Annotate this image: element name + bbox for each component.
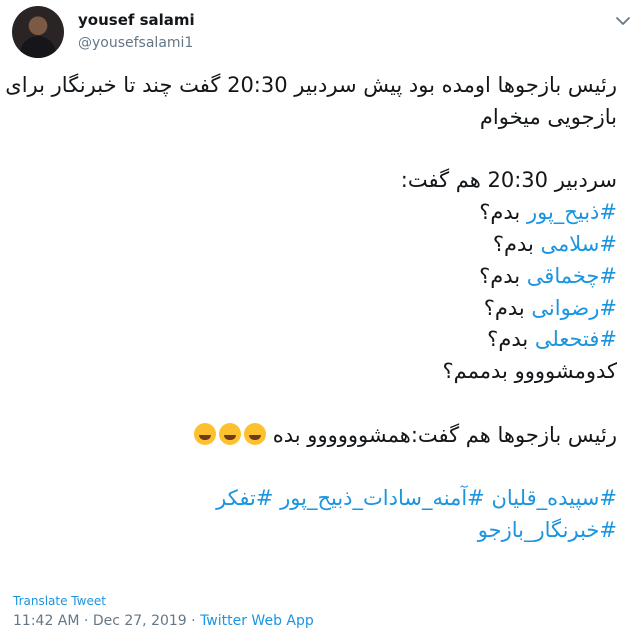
hashtag-link[interactable]: #چخماقی xyxy=(527,264,617,288)
list-item-suffix: بدم؟ xyxy=(483,295,532,320)
list-item: #فتحعلی بدم؟ xyxy=(17,324,617,356)
reply-text: رئیس بازجوها هم گفت:همشوووووو بده xyxy=(272,422,617,447)
separator: · xyxy=(83,613,89,629)
hashtags-line: #سپیده_قلیان #آمنه_سادات_ذبیح_پور #تفکر xyxy=(17,483,617,515)
hashtag-link[interactable]: #ذبیح_پور xyxy=(527,200,617,224)
tweet-line: رئیس بازجوها اومده بود پیش سردبیر 20:30 … xyxy=(5,73,617,97)
author-name[interactable]: yousef salami xyxy=(78,11,195,29)
tweet-line: کدومشوووو بدممم؟ xyxy=(442,359,617,384)
source-app-link[interactable]: Twitter Web App xyxy=(200,613,314,629)
list-item: #سلامی بدم؟ xyxy=(17,229,617,261)
hashtag-link[interactable]: #سلامی xyxy=(541,232,617,256)
hashtag-link[interactable]: #سپیده_قلیان xyxy=(491,486,617,510)
tweet-header: yousef salami @yousefsalami1 xyxy=(12,6,632,58)
tweet-text: رئیس بازجوها اومده بود پیش سردبیر 20:30 … xyxy=(5,70,617,547)
list-item-suffix: بدم؟ xyxy=(479,200,527,225)
separator: · xyxy=(191,613,196,629)
list-item-suffix: بدم؟ xyxy=(487,327,535,352)
tweet-metadata: 11:42 AM · Dec 27, 2019 · Twitter Web Ap… xyxy=(13,613,314,629)
rolling-laughing-emoji xyxy=(244,422,267,445)
list-item-suffix: بدم؟ xyxy=(492,231,541,256)
tweet-line: بازجویی میخوام xyxy=(479,104,617,129)
list-item: #چخماقی بدم؟ xyxy=(17,261,617,293)
list-item: #ذبیح_پور بدم؟ xyxy=(17,197,617,229)
list-item: #رضوانی بدم؟ xyxy=(17,293,617,325)
hashtags-line: #خبرنگار_بازجو xyxy=(17,515,617,547)
hashtag-link[interactable]: #فتحعلی xyxy=(535,327,617,351)
hashtag-link[interactable]: #خبرنگار_بازجو xyxy=(478,518,617,542)
hashtag-link[interactable]: #رضوانی xyxy=(531,296,617,320)
tweet-date[interactable]: Dec 27, 2019 xyxy=(93,613,187,629)
avatar[interactable] xyxy=(12,6,64,58)
tears-of-joy-emoji xyxy=(219,422,242,445)
hashtag-link[interactable]: #تفکر xyxy=(216,486,273,510)
list-item-suffix: بدم؟ xyxy=(479,263,527,288)
tweet-line: سردبیر 20:30 هم گفت: xyxy=(400,168,617,193)
translate-tweet-link[interactable]: Translate Tweet xyxy=(13,594,106,608)
author-handle[interactable]: @yousefsalami1 xyxy=(78,35,193,51)
tweet-time[interactable]: 11:42 AM xyxy=(13,613,79,629)
reply-line: رئیس بازجوها هم گفت:همشوووووو بده xyxy=(17,420,617,452)
rolling-laughing-emoji xyxy=(194,422,217,445)
hashtag-link[interactable]: #آمنه_سادات_ذبیح_پور xyxy=(280,486,485,510)
chevron-down-icon[interactable] xyxy=(614,12,632,30)
